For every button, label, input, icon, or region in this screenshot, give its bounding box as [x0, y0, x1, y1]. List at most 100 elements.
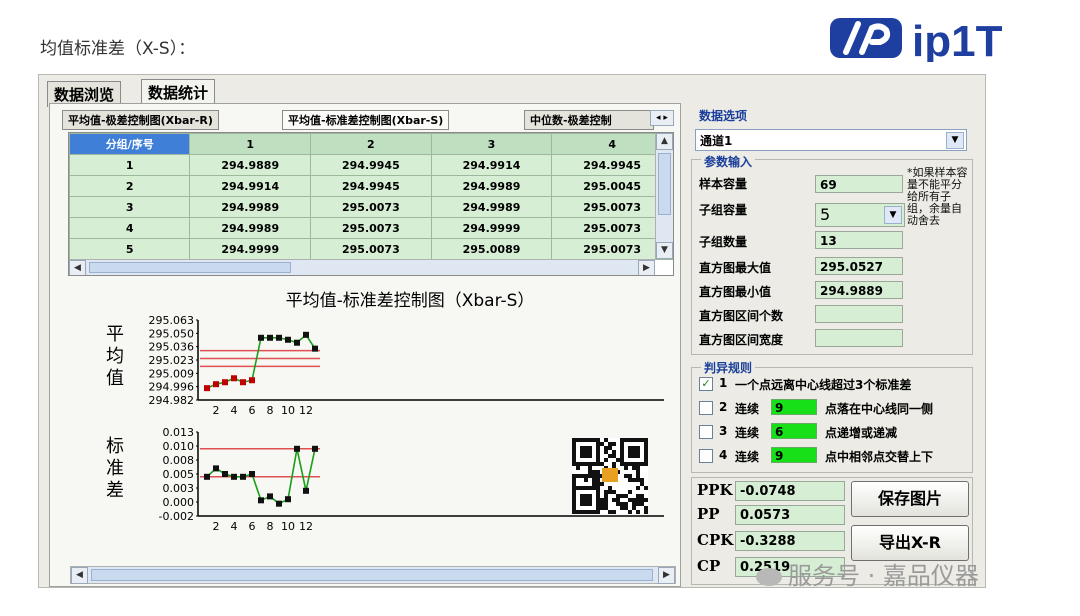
grid-vertical-scrollbar[interactable]: ▲ ▼	[655, 133, 673, 259]
y-tick-label: 294.982	[149, 394, 195, 407]
table-cell[interactable]: 294.9999	[189, 238, 312, 260]
table-cell[interactable]: 294.9889	[189, 154, 312, 176]
qr-code-icon	[572, 438, 648, 514]
scroll-thumb[interactable]	[658, 153, 671, 215]
y-axis-label: 标准差	[106, 436, 124, 501]
subgroup-size-value: 5	[820, 205, 831, 224]
y-tick-label: -0.002	[159, 510, 194, 523]
table-row[interactable]: 5 294.9999 295.0073 295.0089 295.0073	[69, 238, 673, 260]
wechat-icon	[756, 568, 782, 586]
table-row[interactable]: 4 294.9989 295.0073 294.9999 295.0073	[69, 217, 673, 239]
table-cell[interactable]: 2	[69, 175, 191, 197]
subgroup-size-label: 子组容量	[699, 203, 748, 217]
table-row[interactable]: 3 294.9989 295.0073 294.9989 295.0073	[69, 196, 673, 218]
column-header[interactable]: 分组/序号	[69, 133, 191, 155]
subtab-median-r[interactable]: 中位数-极差控制	[524, 110, 654, 130]
subgroup-size-select[interactable]: 5 ▼	[815, 203, 905, 227]
subtab-scroll-arrows[interactable]: ◂ ▸	[650, 110, 674, 126]
table-row[interactable]: 1 294.9889 294.9945 294.9914 294.9945	[69, 154, 673, 176]
y-tick-label: 0.010	[163, 440, 195, 453]
table-cell[interactable]: 1	[69, 154, 191, 176]
table-cell[interactable]: 295.0073	[310, 217, 432, 239]
table-cell[interactable]: 3	[69, 196, 191, 218]
subtab-xbar-s[interactable]: 平均值-标准差控制图(Xbar-S)	[282, 110, 450, 130]
rule-4-checkbox[interactable]	[699, 449, 713, 463]
app-window: 数据浏览 数据统计 平均值-极差控制图(Xbar-R) 平均值-标准差控制图(X…	[38, 74, 986, 588]
column-header[interactable]: 3	[430, 133, 553, 155]
statistics-panel: 平均值-极差控制图(Xbar-R) 平均值-标准差控制图(Xbar-S) 中位数…	[49, 103, 681, 587]
rule-3-text: 点递增或递减	[825, 426, 898, 440]
hist-bins-input[interactable]	[815, 305, 903, 323]
table-cell[interactable]: 295.0073	[310, 196, 432, 218]
table-cell[interactable]: 294.9945	[310, 154, 432, 176]
rule-2-checkbox[interactable]	[699, 401, 713, 415]
table-cell[interactable]: 294.9989	[189, 196, 312, 218]
scroll-thumb[interactable]	[89, 262, 291, 273]
data-point	[258, 334, 264, 341]
chart-title: 平均值-标准差控制图（Xbar-S）	[286, 291, 535, 311]
rule-1-text: 一个点远离中心线超过3个标准差	[735, 378, 912, 392]
table-cell[interactable]: 294.9914	[430, 154, 553, 176]
rule-3-prefix: 连续	[735, 426, 760, 440]
table-cell[interactable]: 294.9989	[430, 196, 553, 218]
data-point	[285, 496, 291, 503]
table-cell[interactable]: 294.9989	[189, 217, 312, 239]
data-point	[204, 385, 210, 392]
table-row[interactable]: 2 294.9914 294.9945 294.9989 295.0045	[69, 175, 673, 197]
tab-data-statistics[interactable]: 数据统计	[141, 79, 216, 105]
scroll-right-icon[interactable]: ▶	[638, 260, 655, 275]
data-point	[312, 345, 318, 352]
sample-size-label: 样本容量	[699, 177, 748, 191]
x-tick-label: 4	[231, 520, 238, 533]
grid-horizontal-scrollbar[interactable]: ◀ ▶	[69, 259, 655, 275]
rule-4-text: 点中相邻点交替上下	[825, 450, 934, 464]
scroll-left-icon[interactable]: ◀	[71, 567, 88, 584]
chevron-down-icon[interactable]: ▼	[884, 206, 902, 224]
scroll-thumb[interactable]	[91, 569, 653, 581]
table-cell[interactable]: 294.9945	[310, 175, 432, 197]
rule-3-count-input[interactable]: 6	[771, 423, 817, 439]
watermark: 服务号 · 嘉品仪器	[756, 556, 979, 591]
subgroup-count-input[interactable]: 13	[815, 231, 903, 249]
data-point	[249, 377, 255, 384]
panel-horizontal-scrollbar[interactable]: ◀ ▶	[70, 566, 676, 584]
hist-bins-label: 直方图区间个数	[699, 309, 784, 323]
save-image-button[interactable]: 保存图片	[851, 481, 969, 517]
column-header[interactable]: 2	[310, 133, 432, 155]
rule-4-count-input[interactable]: 9	[771, 447, 817, 463]
table-cell[interactable]: 294.9914	[189, 175, 312, 197]
scroll-right-icon[interactable]: ▶	[658, 567, 675, 584]
table-cell[interactable]: 294.9989	[430, 175, 553, 197]
scroll-left-icon[interactable]: ◀	[69, 260, 86, 275]
data-point	[267, 334, 273, 341]
subtab-xbar-r[interactable]: 平均值-极差控制图(Xbar-R)	[62, 110, 219, 130]
hist-width-input[interactable]	[815, 329, 903, 347]
y-tick-label: 0.003	[163, 482, 195, 495]
table-cell[interactable]: 294.9999	[430, 217, 553, 239]
channel-select-value: 通道1	[700, 134, 733, 148]
x-tick-label: 8	[267, 520, 274, 533]
scroll-down-icon[interactable]: ▼	[656, 242, 673, 259]
scroll-up-icon[interactable]: ▲	[656, 133, 673, 150]
chevron-down-icon[interactable]: ▼	[946, 132, 964, 149]
params-note: *如果样本容量不能平分给所有子组，余量自动舍去	[907, 166, 968, 227]
table-cell[interactable]: 295.0073	[310, 238, 432, 260]
rule-1-checkbox[interactable]: ✓	[699, 377, 713, 391]
table-cell[interactable]: 4	[69, 217, 191, 239]
hist-max-input[interactable]: 295.0527	[815, 257, 903, 275]
y-tick-label: 295.036	[149, 341, 195, 354]
y-tick-label: 0.013	[163, 426, 195, 439]
rule-3-checkbox[interactable]	[699, 425, 713, 439]
data-point	[231, 375, 237, 382]
rule-2-count-input[interactable]: 9	[771, 399, 817, 415]
y-tick-label: 0.005	[163, 468, 195, 481]
table-cell[interactable]: 295.0089	[430, 238, 553, 260]
column-header[interactable]: 1	[189, 133, 312, 155]
x-tick-label: 2	[213, 520, 220, 533]
table-cell[interactable]: 5	[69, 238, 191, 260]
hist-width-label: 直方图区间宽度	[699, 333, 784, 347]
channel-select[interactable]: 通道1 ▼	[695, 129, 967, 151]
data-point	[222, 471, 228, 477]
hist-min-input[interactable]: 294.9889	[815, 281, 903, 299]
sample-size-input[interactable]: 69	[815, 175, 903, 193]
